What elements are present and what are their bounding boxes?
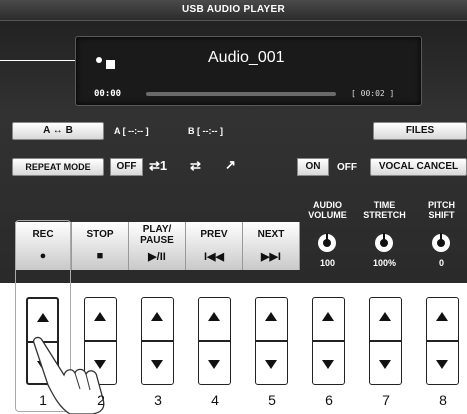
prev-label: PREV bbox=[200, 229, 228, 240]
file-name: Audio_001 bbox=[208, 49, 285, 66]
stop-icon bbox=[106, 60, 115, 69]
title-bar: USB AUDIO PLAYER bbox=[0, 0, 467, 21]
down-arrow-icon[interactable] bbox=[151, 360, 163, 369]
stop-button[interactable]: STOP ■ bbox=[72, 222, 129, 270]
down-arrow-icon[interactable] bbox=[436, 360, 448, 369]
down-arrow-icon[interactable] bbox=[208, 360, 220, 369]
down-arrow-icon[interactable] bbox=[379, 360, 391, 369]
progress-bar[interactable] bbox=[146, 92, 336, 96]
up-arrow-icon[interactable] bbox=[436, 312, 448, 321]
play-pause-label-1: PLAY/ bbox=[142, 224, 172, 235]
up-arrow-icon[interactable] bbox=[151, 312, 163, 321]
up-arrow-icon[interactable] bbox=[94, 312, 106, 321]
window-title: USB AUDIO PLAYER bbox=[182, 4, 285, 15]
physical-button-8[interactable] bbox=[426, 297, 459, 385]
play-pause-label-2: PAUSE bbox=[140, 235, 174, 246]
pitch-shift-title1: PITCH bbox=[428, 200, 455, 210]
total-time: [ 00:02 ] bbox=[351, 89, 395, 98]
files-button[interactable]: FILES bbox=[373, 122, 467, 140]
up-arrow-icon[interactable] bbox=[379, 312, 391, 321]
physical-button-3[interactable] bbox=[141, 297, 174, 385]
button-number-3: 3 bbox=[154, 392, 162, 408]
repeat-all-icon[interactable]: ⇄ bbox=[190, 158, 201, 174]
up-arrow-icon[interactable] bbox=[37, 313, 49, 322]
a-point-value: A [ --:-- ] bbox=[114, 126, 149, 136]
ab-repeat-button[interactable]: A ↔ B bbox=[12, 122, 104, 140]
b-point-value: B [ --:-- ] bbox=[188, 126, 223, 136]
up-arrow-icon[interactable] bbox=[265, 312, 277, 321]
time-stretch-title2: STRETCH bbox=[363, 210, 406, 220]
play-pause-button[interactable]: PLAY/PAUSE ▶/II bbox=[129, 222, 186, 270]
next-button[interactable]: NEXT ▶▶I bbox=[243, 222, 300, 270]
physical-button-5[interactable] bbox=[255, 297, 288, 385]
up-arrow-icon[interactable] bbox=[208, 312, 220, 321]
stop-square-icon: ■ bbox=[96, 250, 104, 262]
physical-button-4[interactable] bbox=[198, 297, 231, 385]
button-number-2: 2 bbox=[97, 392, 105, 408]
play-pause-icon: ▶/II bbox=[148, 251, 166, 263]
button-number-8: 8 bbox=[439, 392, 447, 408]
button-number-7: 7 bbox=[382, 392, 390, 408]
stop-label: STOP bbox=[86, 229, 114, 240]
button-number-6: 6 bbox=[325, 392, 333, 408]
vocal-cancel-on-option[interactable]: ON bbox=[297, 158, 329, 176]
physical-button-6[interactable] bbox=[312, 297, 345, 385]
next-label: NEXT bbox=[257, 229, 285, 240]
audio-volume-title2: VOLUME bbox=[308, 210, 347, 220]
button-number-4: 4 bbox=[211, 392, 219, 408]
up-arrow-icon[interactable] bbox=[322, 312, 334, 321]
repeat-mode-button[interactable]: REPEAT MODE bbox=[12, 158, 104, 176]
callout-dot bbox=[96, 57, 102, 63]
player-panel: Audio_001 00:00 [ 00:02 ] bbox=[75, 36, 422, 106]
repeat-single-icon[interactable]: ⇄1 bbox=[149, 158, 167, 174]
pitch-shift-title2: SHIFT bbox=[428, 210, 455, 220]
prev-button[interactable]: PREV I◀◀ bbox=[186, 222, 243, 270]
next-icon: ▶▶I bbox=[261, 251, 281, 263]
down-arrow-icon[interactable] bbox=[322, 360, 334, 369]
elapsed-time: 00:00 bbox=[94, 89, 122, 99]
button-number-5: 5 bbox=[268, 392, 276, 408]
physical-button-7[interactable] bbox=[369, 297, 402, 385]
vocal-cancel-label: VOCAL CANCEL bbox=[370, 158, 467, 176]
button-number-1: 1 bbox=[39, 392, 47, 408]
time-stretch-title1: TIME bbox=[373, 200, 396, 210]
previous-icon: I◀◀ bbox=[204, 251, 224, 263]
audio-volume-title1: AUDIO bbox=[313, 200, 342, 210]
vocal-cancel-off-option[interactable]: OFF bbox=[337, 162, 357, 173]
repeat-off-option[interactable]: OFF bbox=[110, 158, 143, 176]
down-arrow-icon[interactable] bbox=[265, 360, 277, 369]
random-icon[interactable]: ↗ bbox=[225, 157, 236, 173]
